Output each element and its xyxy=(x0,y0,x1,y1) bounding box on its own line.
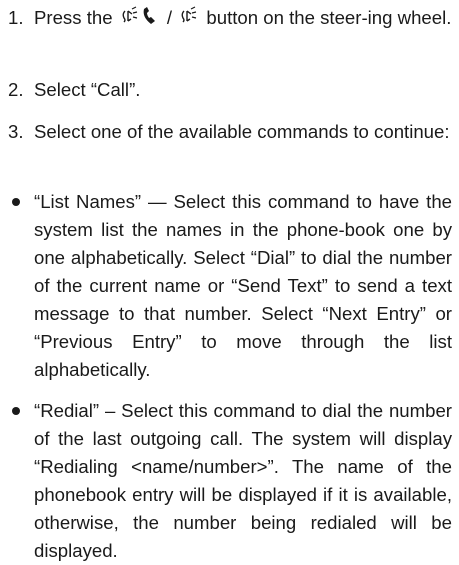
instruction-page: 1. Press the / button on the steer-ing w… xyxy=(0,0,459,561)
talk-icon xyxy=(177,5,201,35)
step-2: 2. Select “Call”. xyxy=(0,76,452,104)
step-1: 1. Press the / button on the steer-ing w… xyxy=(0,4,452,60)
bullet-dot xyxy=(12,198,20,206)
talk-phone-icon xyxy=(118,5,162,35)
bullet-item: “Redial” – Select this command to dial t… xyxy=(0,397,452,561)
bullet-text: “List Names” — Select this command to ha… xyxy=(34,191,452,380)
step-3: 3. Select one of the available commands … xyxy=(0,118,452,174)
step-number: 2. xyxy=(8,79,24,100)
bullet-text: “Redial” – Select this command to dial t… xyxy=(34,400,452,561)
step-text: Select one of the available commands to … xyxy=(34,121,450,142)
step-text: Press the / button on the steer-ing whee… xyxy=(34,4,452,35)
step-number: 1. xyxy=(8,7,24,28)
bullet-dot xyxy=(12,407,20,415)
bullet-item: “List Names” — Select this command to ha… xyxy=(0,188,452,384)
step-text: Select “Call”. xyxy=(34,79,141,100)
step-number: 3. xyxy=(8,121,24,142)
